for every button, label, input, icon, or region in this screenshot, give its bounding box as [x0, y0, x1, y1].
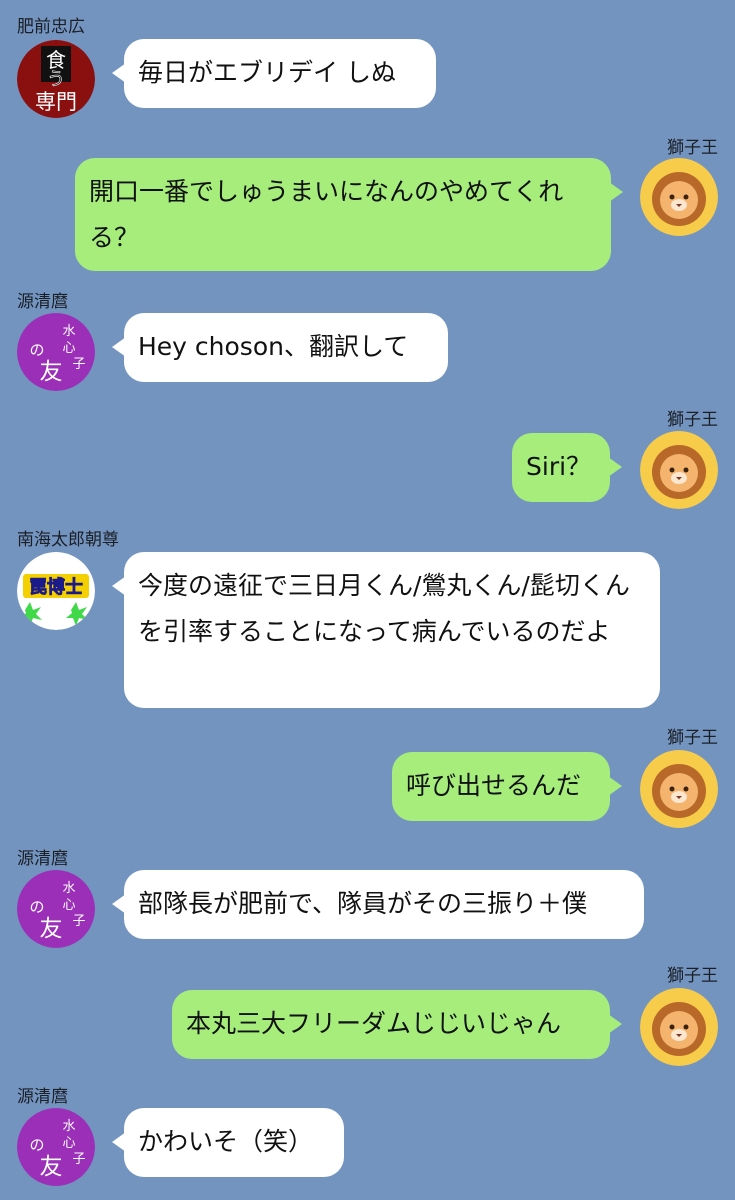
- sender-name: 獅子王: [667, 966, 718, 986]
- avatar-text: の: [29, 341, 44, 359]
- avatar-text: 子: [72, 357, 85, 372]
- avatar-text: 水: [62, 881, 75, 896]
- avatar-text: 友: [40, 359, 63, 385]
- message-bubble[interactable]: 本丸三大フリーダムじじいじゃん: [172, 990, 622, 1059]
- sender-name: 獅子王: [667, 410, 718, 430]
- message-bubble[interactable]: Hey choson、翻訳して: [112, 313, 448, 382]
- mizushinshi-friend-avatar[interactable]: 水 心 子 の 友: [17, 870, 95, 948]
- sender-name: 源清麿: [17, 849, 68, 869]
- sender-name: 獅子王: [667, 728, 718, 748]
- sender-name: 源清麿: [17, 1087, 68, 1107]
- avatar-text: 水: [62, 324, 75, 339]
- trap-doctor-avatar[interactable]: 罠博士: [17, 552, 95, 630]
- lion-avatar[interactable]: [640, 158, 718, 236]
- sender-name: 南海太郎朝尊: [17, 530, 119, 550]
- avatar-text: 心: [62, 898, 75, 913]
- food-specialist-avatar[interactable]: 食 う 専門: [17, 40, 95, 118]
- avatar-text: 心: [62, 1136, 75, 1151]
- sender-name: 肥前忠広: [17, 17, 85, 37]
- message-bubble[interactable]: 呼び出せるんだ: [392, 752, 622, 821]
- message-bubble[interactable]: 今度の遠征で三日月くん/鶯丸くん/髭切くんを引率することになって病んでいるのだよ: [112, 552, 660, 708]
- lion-avatar[interactable]: [640, 750, 718, 828]
- avatar-text: 専門: [35, 90, 77, 114]
- mizushinshi-friend-avatar[interactable]: 水 心 子 の 友: [17, 313, 95, 391]
- sender-name: 獅子王: [667, 138, 718, 158]
- avatar-text: 心: [62, 341, 75, 356]
- avatar-text: 子: [72, 914, 85, 929]
- mizushinshi-friend-avatar[interactable]: 水 心 子 の 友: [17, 1108, 95, 1186]
- avatar-text: の: [29, 1136, 44, 1154]
- avatar-text: 友: [40, 1154, 63, 1180]
- avatar-text: 罠博士: [29, 576, 83, 598]
- message-bubble[interactable]: 部隊長が肥前で、隊員がその三振り＋僕: [112, 870, 644, 939]
- avatar-text: う: [47, 69, 65, 90]
- message-bubble[interactable]: かわいそ（笑）: [112, 1108, 344, 1177]
- lion-avatar[interactable]: [640, 431, 718, 509]
- avatar-text: 子: [72, 1152, 85, 1167]
- message-bubble[interactable]: 開口一番でしゅうまいになんのやめてくれる？: [75, 158, 623, 271]
- avatar-text: 友: [40, 916, 63, 942]
- avatar-text: 水: [62, 1119, 75, 1134]
- avatar-text: の: [29, 898, 44, 916]
- sender-name: 源清麿: [17, 292, 68, 312]
- message-bubble[interactable]: Siri？: [512, 433, 622, 502]
- message-bubble[interactable]: 毎日がエブリデイ しぬ: [112, 39, 436, 108]
- lion-avatar[interactable]: [640, 988, 718, 1066]
